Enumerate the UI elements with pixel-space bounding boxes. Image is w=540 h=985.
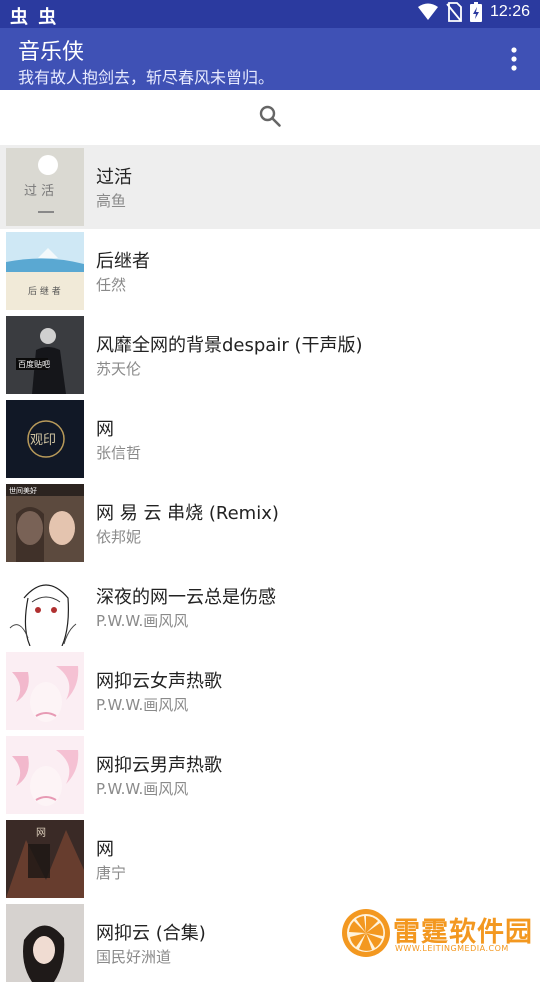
song-title: 网 易 云 串烧 (Remix)	[96, 503, 279, 524]
song-artist: 依邦妮	[96, 528, 142, 546]
song-row[interactable]: 网 网 唐宁	[0, 817, 540, 901]
song-row[interactable]: 网抑云女声热歌 P.W.W.画风风	[0, 649, 540, 733]
song-row[interactable]: 观印 网 张信哲	[0, 397, 540, 481]
app-subtitle: 我有故人抱剑去，斩尽春风未曾归。	[18, 68, 275, 87]
cover-text: 后 继 者	[28, 285, 61, 297]
wifi-icon	[417, 3, 438, 20]
orange-logo-icon	[342, 909, 390, 957]
song-row[interactable]: 过 活 过活 高鱼	[0, 145, 540, 229]
song-artist: P.W.W.画风风	[96, 696, 189, 714]
album-cover: 世间美好	[6, 484, 84, 562]
song-artist: 张信哲	[96, 444, 142, 462]
song-title: 后继者	[96, 251, 150, 272]
album-cover: 后 继 者	[6, 232, 84, 310]
album-cover: 过 活	[6, 148, 84, 226]
song-row[interactable]: 后 继 者 后继者 任然	[0, 229, 540, 313]
song-artist: 苏天伦	[96, 360, 142, 378]
song-list: 过 活 过活 高鱼 后 继 者 后继者 任然 百度贴吧 风靡全网的背景despa…	[0, 145, 540, 985]
song-artist: P.W.W.画风风	[96, 612, 189, 630]
song-title: 网抑云 (合集)	[96, 923, 206, 944]
song-artist: 国民好洲道	[96, 948, 172, 966]
cover-text: 过 活	[24, 184, 54, 199]
status-icons: 12:26	[417, 2, 530, 22]
album-cover	[6, 652, 84, 730]
song-row[interactable]: 世间美好 网 易 云 串烧 (Remix) 依邦妮	[0, 481, 540, 565]
album-cover: 百度贴吧	[6, 316, 84, 394]
watermark-url: WWW.LEITINGMEDIA.COM	[395, 944, 509, 953]
notification-icons: 虫 虫	[10, 7, 59, 28]
song-title: 过活	[96, 167, 132, 188]
song-row[interactable]: 百度贴吧 风靡全网的背景despair (干声版) 苏天伦	[0, 313, 540, 397]
song-title: 深夜的网一云总是伤感	[96, 587, 276, 608]
song-title: 网抑云女声热歌	[96, 671, 222, 692]
battery-charging-icon	[469, 2, 482, 22]
song-artist: 高鱼	[96, 192, 127, 210]
song-title: 网	[96, 419, 114, 440]
song-title: 风靡全网的背景despair (干声版)	[96, 335, 363, 356]
album-cover: 观印	[6, 400, 84, 478]
app-title: 音乐侠	[18, 40, 85, 65]
album-cover: 网	[6, 820, 84, 898]
watermark: 雷霆软件园 WWW.LEITINGMEDIA.COM	[341, 908, 536, 960]
more-vert-icon[interactable]	[502, 46, 526, 72]
cover-text: 观印	[30, 433, 56, 448]
song-row[interactable]: 网抑云男声热歌 P.W.W.画风风	[0, 733, 540, 817]
album-cover	[6, 904, 84, 982]
song-title: 网	[96, 839, 114, 860]
song-artist: 唐宁	[96, 864, 127, 882]
cover-text: 百度贴吧	[18, 359, 50, 369]
song-row[interactable]: 深夜的网一云总是伤感 P.W.W.画风风	[0, 565, 540, 649]
app-bar: 音乐侠 我有故人抱剑去，斩尽春风未曾归。	[0, 28, 540, 90]
album-cover	[6, 736, 84, 814]
search-icon[interactable]	[258, 104, 282, 128]
no-sim-icon	[446, 2, 462, 22]
song-artist: 任然	[96, 276, 127, 294]
song-title: 网抑云男声热歌	[96, 755, 222, 776]
clock: 12:26	[489, 3, 530, 20]
album-cover	[6, 568, 84, 646]
cover-text: 网	[36, 827, 46, 839]
search-bar[interactable]	[0, 90, 540, 144]
cover-text: 世间美好	[9, 486, 37, 495]
song-artist: P.W.W.画风风	[96, 780, 189, 798]
status-bar: 虫 虫 12:26	[0, 0, 540, 28]
